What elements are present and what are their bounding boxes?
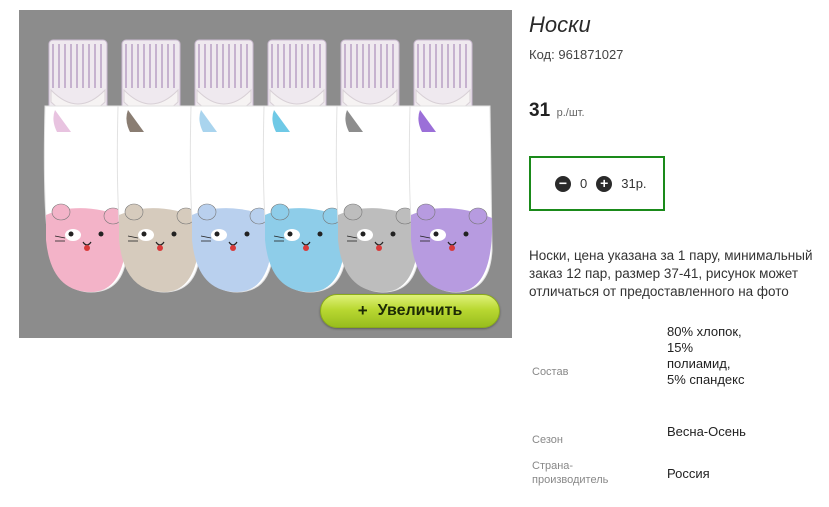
zoom-button[interactable]: + Увеличить [320, 294, 500, 328]
sock-ear [270, 203, 290, 221]
sock-eye [98, 231, 104, 237]
property-label-country: Страна-производитель [532, 460, 609, 486]
price-unit: р./шт. [556, 107, 585, 119]
sock-tongue [157, 245, 163, 251]
sock-eye [141, 231, 147, 237]
sock-eye [214, 231, 220, 237]
sock-ear [343, 203, 363, 221]
sock-eye [360, 231, 366, 237]
product-title: Носки [529, 12, 591, 37]
zoom-button-label: Увеличить [377, 302, 463, 319]
price-value: 31 [529, 100, 551, 121]
minus-circle-icon[interactable]: − [555, 175, 571, 192]
property-value-season: Весна-Осень [667, 424, 746, 439]
sock-ear [197, 203, 217, 221]
sock-eye [390, 231, 396, 237]
sock-ear [468, 207, 488, 225]
sock-tongue [303, 245, 309, 251]
sock-tongue [230, 245, 236, 251]
property-value-composition: 80% хлопок, 15% полиамид, 5% спандекс [667, 324, 745, 387]
property-label-season: Сезон [532, 434, 563, 446]
sock-tongue [84, 245, 90, 251]
product-code-label: Код: [529, 47, 555, 62]
sock-eye [317, 231, 323, 237]
sock-tongue [376, 245, 382, 251]
product-code-value: 961871027 [558, 47, 624, 62]
property-value-country: Россия [667, 466, 710, 481]
sock-eye [287, 231, 293, 237]
sock-ear [51, 203, 71, 221]
property-label-composition: Состав [532, 366, 569, 378]
sock-ear [416, 203, 436, 221]
sock-tongue [449, 245, 455, 251]
quantity-value[interactable]: 0 [580, 176, 587, 191]
product-price: 31 р./шт. [529, 100, 585, 122]
sock-ear [124, 203, 144, 221]
plus-icon: + [357, 301, 368, 320]
sock-eye [433, 231, 439, 237]
product-description: Носки, цена указана за 1 пару, минимальн… [529, 248, 813, 299]
sock-eye [171, 231, 177, 237]
socks-image [43, 39, 493, 293]
sock-eye [68, 231, 74, 237]
product-photo[interactable] [19, 10, 512, 338]
quantity-stepper: − 0 + 31р. [529, 156, 665, 211]
product-code: Код: 961871027 [529, 47, 623, 62]
plus-circle-icon[interactable]: + [596, 175, 613, 192]
quantity-sum: 31р. [621, 176, 647, 191]
sock-eye [244, 231, 250, 237]
sock-eye [463, 231, 469, 237]
